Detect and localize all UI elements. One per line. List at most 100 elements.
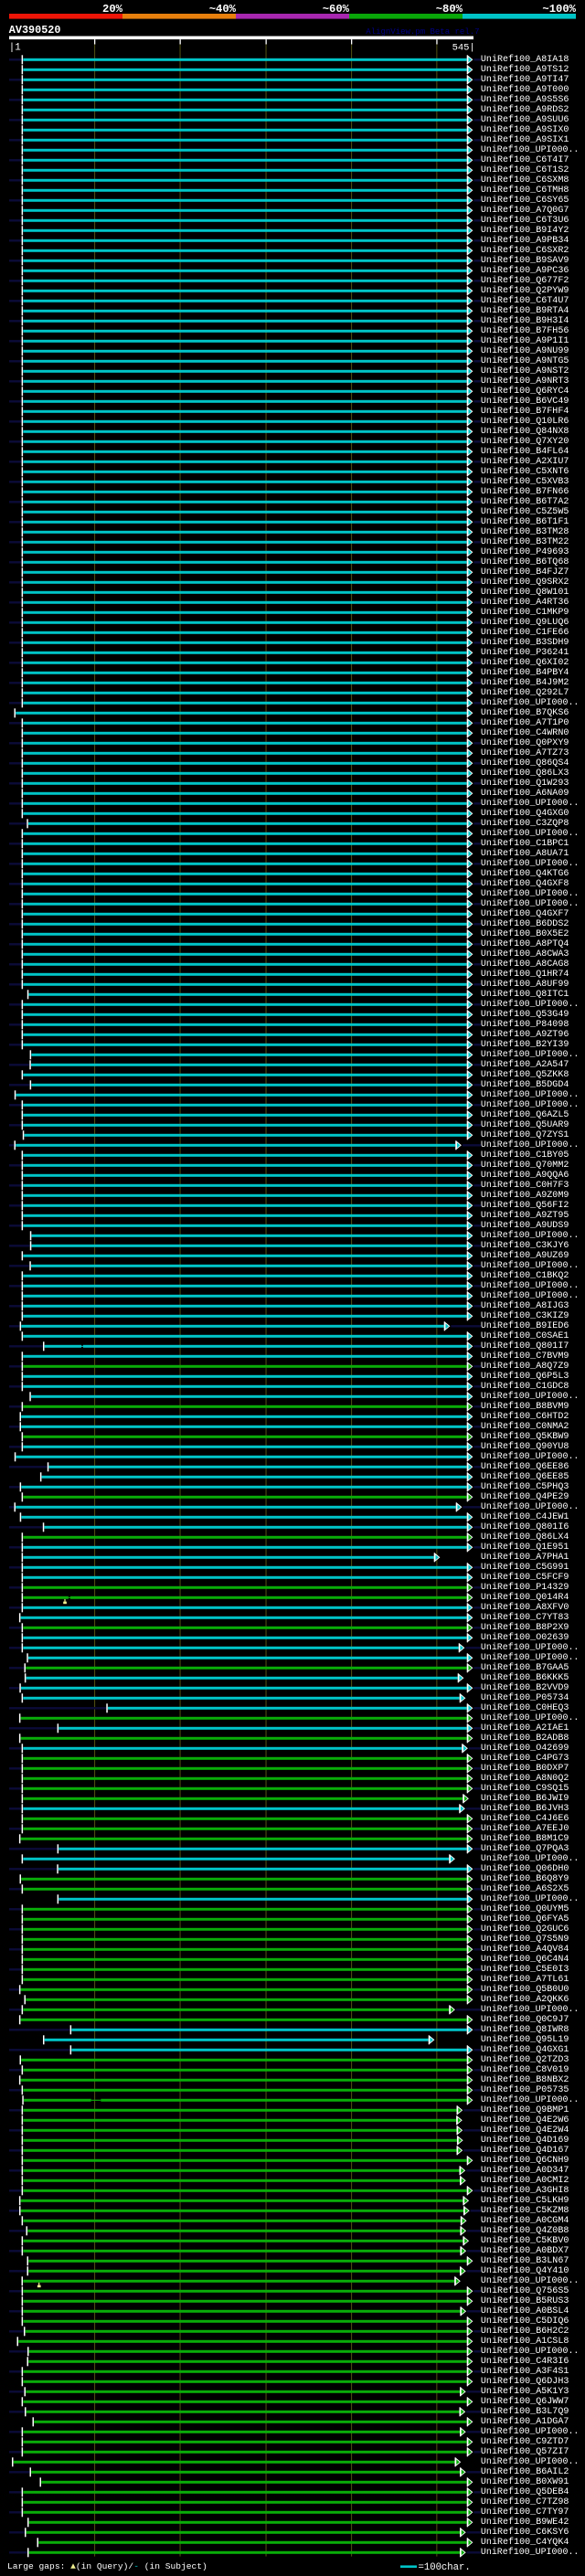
svg-text:UniRef100_A4QV84: UniRef100_A4QV84 [481,1944,569,1955]
svg-text:UniRef100_A5K1Y3: UniRef100_A5K1Y3 [481,2386,569,2397]
svg-text:UniRef100_Q4GXF8: UniRef100_Q4GXF8 [481,878,569,889]
svg-text:UniRef100_C6T4U7: UniRef100_C6T4U7 [481,295,569,306]
svg-text:UniRef100_Q4GXF7: UniRef100_Q4GXF7 [481,908,569,919]
svg-text:UniRef100_Q0PXY9: UniRef100_Q0PXY9 [481,737,569,748]
svg-text:UniRef100_UPI000..: UniRef100_UPI000.. [481,2094,580,2105]
svg-text:UniRef100_UPI000..: UniRef100_UPI000.. [481,898,580,909]
svg-text:UniRef100_A9NTG5: UniRef100_A9NTG5 [481,355,569,366]
svg-text:UniRef100_Q6EE85: UniRef100_Q6EE85 [481,1471,569,1482]
svg-text:UniRef100_Q5UAR9: UniRef100_Q5UAR9 [481,1119,569,1130]
svg-text:UniRef100_Q4KTG6: UniRef100_Q4KTG6 [481,868,569,879]
svg-text:UniRef100_Q10LR6: UniRef100_Q10LR6 [481,416,569,427]
svg-text:UniRef100_C9SQ15: UniRef100_C9SQ15 [481,1783,569,1794]
svg-text:UniRef100_Q7PQA3: UniRef100_Q7PQA3 [481,1843,569,1854]
svg-text:UniRef100_A9S5S6: UniRef100_A9S5S6 [481,94,569,105]
svg-text:UniRef100_C1BPC1: UniRef100_C1BPC1 [481,838,569,849]
svg-text:UniRef100_A8UF99: UniRef100_A8UF99 [481,979,569,990]
svg-text:UniRef100_C6T1S2: UniRef100_C6T1S2 [481,164,569,175]
svg-text:UniRef100_C4R3I6: UniRef100_C4R3I6 [481,2356,569,2367]
svg-text:AlignView.pm Beta rel.7: AlignView.pm Beta rel.7 [366,27,479,37]
svg-text:UniRef100_UPI000..: UniRef100_UPI000.. [481,1893,580,1904]
svg-text:UniRef100_A8IJG3: UniRef100_A8IJG3 [481,1300,569,1311]
svg-text:UniRef100_B6DDS2: UniRef100_B6DDS2 [481,918,569,929]
svg-text:UniRef100_A9SIX1: UniRef100_A9SIX1 [481,134,569,145]
svg-text:UniRef100_UPI000..: UniRef100_UPI000.. [481,858,580,869]
svg-text:UniRef100_B8M1C9: UniRef100_B8M1C9 [481,1833,569,1844]
svg-text:UniRef100_C1GDC8: UniRef100_C1GDC8 [481,1381,569,1392]
svg-text:UniRef100_Q84NX8: UniRef100_Q84NX8 [481,426,569,437]
svg-text:AV390520: AV390520 [9,24,61,37]
svg-text:~40%: ~40% [209,3,237,16]
svg-text:UniRef100_A2XIU7: UniRef100_A2XIU7 [481,456,569,467]
svg-text:UniRef100_UPI000..: UniRef100_UPI000.. [481,697,580,708]
svg-text:UniRef100_B6TQ68: UniRef100_B6TQ68 [481,557,569,567]
svg-text:UniRef100_C4PG73: UniRef100_C4PG73 [481,1753,569,1764]
svg-text:UniRef100_Q86LX4: UniRef100_Q86LX4 [481,1532,569,1542]
svg-text:UniRef100_B8NBX2: UniRef100_B8NBX2 [481,2074,569,2085]
svg-text:UniRef100_A7EEJ0: UniRef100_A7EEJ0 [481,1823,569,1834]
svg-text:UniRef100_Q0C9J7: UniRef100_Q0C9J7 [481,2014,569,2025]
svg-text:UniRef100_UPI000..: UniRef100_UPI000.. [481,144,580,155]
svg-text:UniRef100_C5G991: UniRef100_C5G991 [481,1562,569,1573]
svg-text:UniRef100_B4PBY4: UniRef100_B4PBY4 [481,667,569,678]
svg-text:UniRef100_UPI000..: UniRef100_UPI000.. [481,1501,580,1512]
svg-text:UniRef100_C0H7F3: UniRef100_C0H7F3 [481,1180,569,1191]
svg-text:UniRef100_B8P2X9: UniRef100_B8P2X9 [481,1622,569,1633]
svg-text:UniRef100_C6SXR2: UniRef100_C6SXR2 [481,245,569,256]
svg-text:UniRef100_B5DGD4: UniRef100_B5DGD4 [481,1079,569,1090]
svg-text:UniRef100_A0CGM4: UniRef100_A0CGM4 [481,2215,569,2226]
svg-text:UniRef100_UPI000..: UniRef100_UPI000.. [481,2426,580,2437]
svg-text:UniRef100_UPI000..: UniRef100_UPI000.. [481,1391,580,1402]
svg-text:UniRef100_Q4GXG0: UniRef100_Q4GXG0 [481,808,569,819]
svg-text:UniRef100_B3LN67: UniRef100_B3LN67 [481,2255,569,2266]
svg-text:UniRef100_Q5DEB4: UniRef100_Q5DEB4 [481,2486,569,2497]
svg-text:UniRef100_C7TY97: UniRef100_C7TY97 [481,2507,569,2518]
svg-text:UniRef100_Q1HR74: UniRef100_Q1HR74 [481,969,569,980]
svg-text:UniRef100_UPI000..: UniRef100_UPI000.. [481,1652,580,1663]
svg-text:UniRef100_C5KBV0: UniRef100_C5KBV0 [481,2235,569,2246]
svg-text:UniRef100_B3SDH9: UniRef100_B3SDH9 [481,637,569,648]
svg-text:UniRef100_C5XNT6: UniRef100_C5XNT6 [481,466,569,477]
svg-text:UniRef100_O02639: UniRef100_O02639 [481,1632,569,1643]
svg-text:UniRef100_Q06DH0: UniRef100_Q06DH0 [481,1863,569,1874]
svg-text:UniRef100_P49693: UniRef100_P49693 [481,546,569,557]
svg-text:UniRef100_P05735: UniRef100_P05735 [481,2084,569,2095]
svg-text:UniRef100_A2IAE1: UniRef100_A2IAE1 [481,1723,569,1733]
svg-text:UniRef100_Q70MM2: UniRef100_Q70MM2 [481,1160,569,1171]
svg-text:UniRef100_A7PHA1: UniRef100_A7PHA1 [481,1552,569,1563]
svg-text:UniRef100_UPI000..: UniRef100_UPI000.. [481,828,580,839]
svg-text:UniRef100_C6SY65: UniRef100_C6SY65 [481,195,569,206]
svg-text:UniRef100_B5RUS3: UniRef100_B5RUS3 [481,2295,569,2306]
svg-text:UniRef100_C5XVB3: UniRef100_C5XVB3 [481,476,569,487]
svg-text:UniRef100_A2A547: UniRef100_A2A547 [481,1059,569,1070]
svg-text:UniRef100_C5KZM8: UniRef100_C5KZM8 [481,2205,569,2216]
svg-text:UniRef100_Q6DJH3: UniRef100_Q6DJH3 [481,2376,569,2387]
svg-text:UniRef100_C0SAE1: UniRef100_C0SAE1 [481,1330,569,1341]
svg-text:UniRef100_A0CMI2: UniRef100_A0CMI2 [481,2175,569,2186]
svg-text:UniRef100_A0BSL4: UniRef100_A0BSL4 [481,2306,569,2316]
svg-text:UniRef100_Q7S5N9: UniRef100_Q7S5N9 [481,1934,569,1945]
svg-text:UniRef100_Q6RYC4: UniRef100_Q6RYC4 [481,386,569,397]
svg-text:UniRef100_Q4E2W4: UniRef100_Q4E2W4 [481,2125,569,2136]
svg-text:UniRef100_B2ADB8: UniRef100_B2ADB8 [481,1733,569,1744]
svg-text:UniRef100_C6T4I7: UniRef100_C6T4I7 [481,154,569,165]
svg-text:UniRef100_B6T1F1: UniRef100_B6T1F1 [481,516,569,527]
svg-text:UniRef100_A8XFV0: UniRef100_A8XFV0 [481,1602,569,1613]
svg-text:UniRef100_C4J6E6: UniRef100_C4J6E6 [481,1813,569,1824]
svg-text:UniRef100_C7YT83: UniRef100_C7YT83 [481,1612,569,1623]
svg-text:UniRef100_C9ZTD7: UniRef100_C9ZTD7 [481,2436,569,2447]
svg-text:UniRef100_C3ZQP8: UniRef100_C3ZQP8 [481,818,569,829]
svg-text:UniRef100_Q86LX3: UniRef100_Q86LX3 [481,768,569,779]
svg-text:UniRef100_A0D347: UniRef100_A0D347 [481,2165,569,2176]
svg-text:UniRef100_C7BVM9: UniRef100_C7BVM9 [481,1351,569,1362]
svg-text:=100char.: =100char. [419,2562,471,2573]
svg-text:UniRef100_B6VC49: UniRef100_B6VC49 [481,396,569,407]
svg-text:UniRef100_UPI000..: UniRef100_UPI000.. [481,2275,580,2286]
svg-text:UniRef100_A9T000: UniRef100_A9T000 [481,84,569,95]
svg-text:UniRef100_A8N0Q2: UniRef100_A8N0Q2 [481,1773,569,1784]
svg-text:UniRef100_B0DXP7: UniRef100_B0DXP7 [481,1763,569,1774]
svg-text:UniRef100_C5LKH9: UniRef100_C5LKH9 [481,2195,569,2206]
svg-text:UniRef100_B3L7Q9: UniRef100_B3L7Q9 [481,2406,569,2417]
svg-text:UniRef100_B4J9M2: UniRef100_B4J9M2 [481,677,569,688]
svg-text:UniRef100_B3TM28: UniRef100_B3TM28 [481,526,569,537]
